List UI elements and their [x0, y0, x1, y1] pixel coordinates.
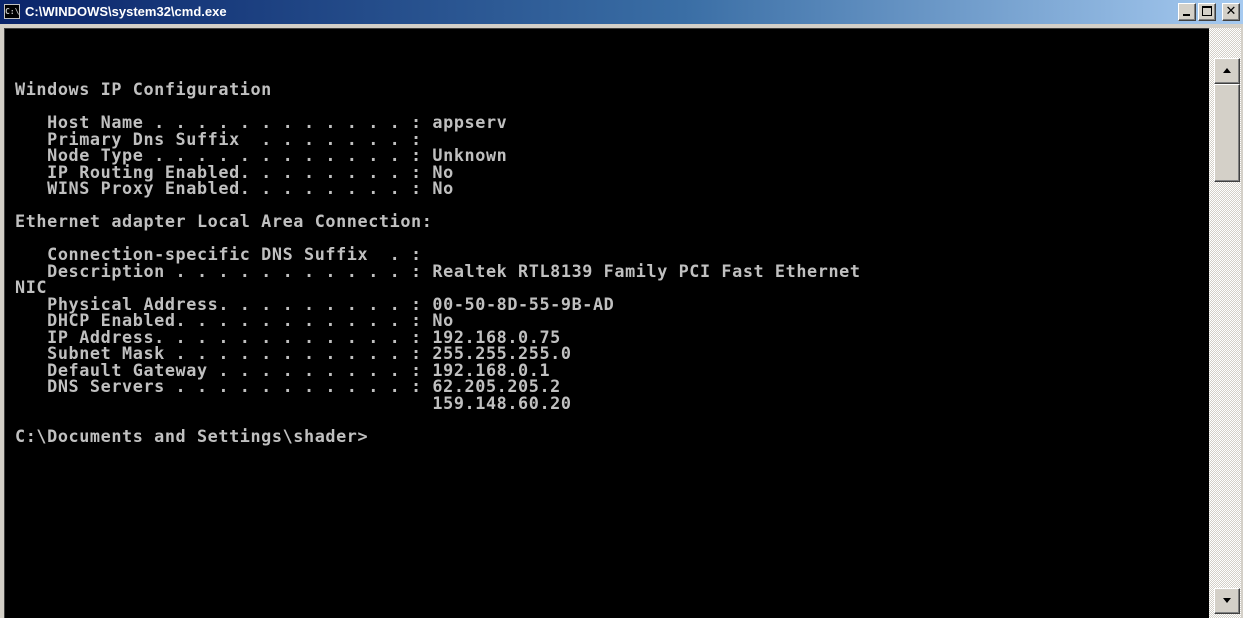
console-line: Ethernet adapter Local Area Connection: [15, 211, 433, 231]
console-line: 159.148.60.20 [15, 392, 572, 413]
close-button[interactable]: ✕ [1222, 3, 1240, 21]
scroll-down-button[interactable] [1214, 588, 1240, 614]
close-icon: ✕ [1225, 4, 1237, 19]
scroll-down-arrow-icon [1223, 598, 1231, 603]
window-title: C:\WINDOWS\system32\cmd.exe [25, 4, 227, 19]
scroll-up-arrow-icon [1223, 68, 1231, 73]
console-line: WINS Proxy Enabled. . . . . . . . : No [15, 178, 454, 198]
scroll-thumb[interactable] [1214, 84, 1240, 182]
console-text: Windows IP Configuration Host Name . . .… [5, 29, 1209, 444]
title-bar[interactable]: C:\ C:\WINDOWS\system32\cmd.exe ✕ [0, 0, 1243, 24]
scroll-up-button[interactable] [1214, 58, 1240, 84]
vertical-scrollbar[interactable] [1209, 28, 1241, 618]
minimize-icon [1183, 14, 1190, 16]
maximize-icon [1202, 6, 1212, 16]
console-line: Description . . . . . . . . . . . : Real… [15, 260, 861, 281]
console-line: Windows IP Configuration [15, 79, 272, 99]
minimize-button[interactable] [1178, 3, 1196, 21]
console-line: C:\Documents and Settings\shader> [15, 425, 369, 446]
cmd-window: C:\ C:\WINDOWS\system32\cmd.exe ✕ Window… [0, 0, 1243, 618]
console-output-area[interactable]: Windows IP Configuration Host Name . . .… [4, 28, 1209, 618]
maximize-button[interactable] [1198, 3, 1216, 21]
cmd-window-icon[interactable]: C:\ [4, 4, 20, 19]
